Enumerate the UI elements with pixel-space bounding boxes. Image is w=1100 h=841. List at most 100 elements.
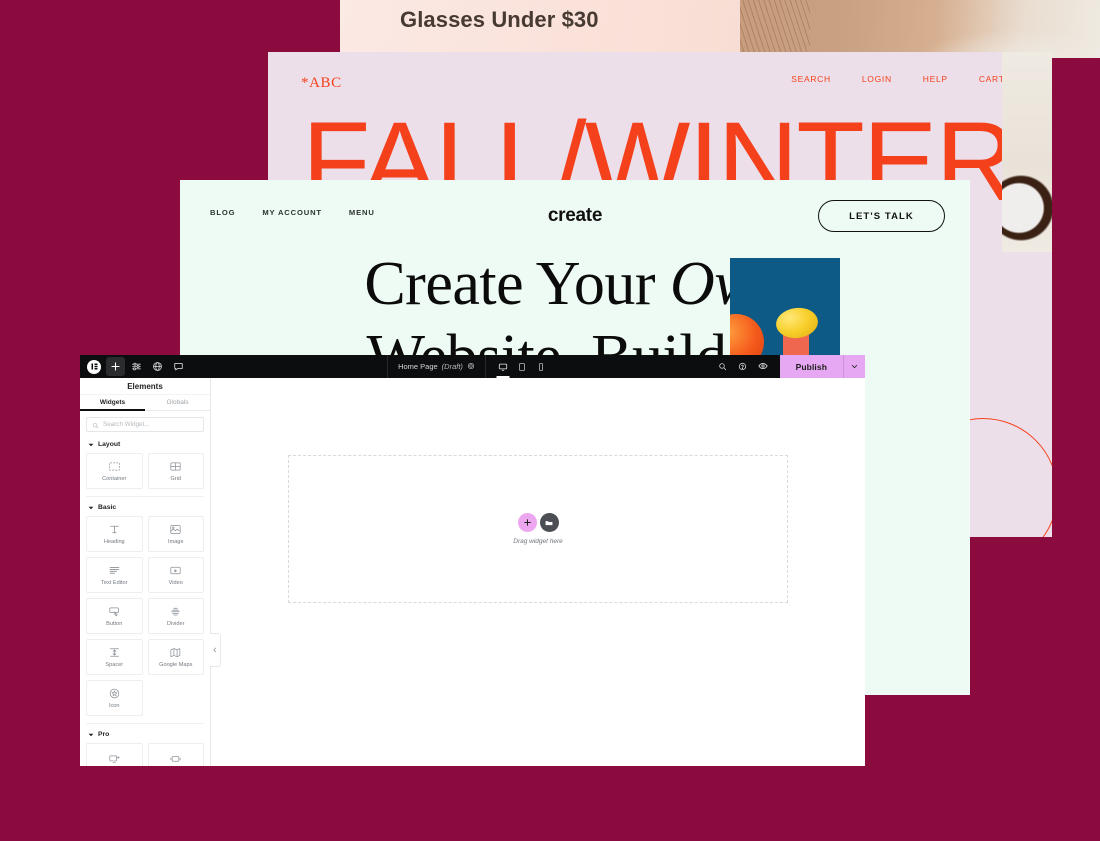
device-preview-switcher [486,355,558,378]
device-desktop-button[interactable] [498,355,508,378]
add-template-button[interactable] [539,513,559,532]
top-bar-right-icons [706,355,780,378]
add-new-element-button[interactable] [517,513,537,532]
tab-globals[interactable]: Globals [145,395,210,410]
fashion-nav-help[interactable]: HELP [923,74,948,84]
spacer-icon [109,648,119,657]
widget-pro-posts[interactable] [86,743,143,766]
widget-google-maps[interactable]: Google Maps [147,639,204,675]
chevron-left-icon [213,647,217,653]
widget-container[interactable]: Container [86,453,143,489]
publish-dropdown-button[interactable] [843,355,865,378]
elementor-logo-icon[interactable] [87,359,101,374]
create-heading-plain: Create Your [364,250,671,318]
grid-icon [170,462,181,471]
widget-grid[interactable]: Grid [147,453,204,489]
screenshot-stage: Glasses Under $30 *ABC SEARCH LOGIN HELP… [0,0,1100,841]
heading-icon [109,525,119,534]
widget-icon[interactable]: Icon [86,680,143,716]
widget-label: Icon [108,703,120,709]
folder-icon [545,520,553,525]
widget-pro-slides[interactable] [147,743,204,766]
button-icon [109,607,119,617]
panel-scroll-area[interactable]: Layout Container Grid Basic Heading Imag… [80,434,210,766]
widget-dropzone[interactable]: Drag widget here [288,455,788,603]
document-title-group[interactable]: Home Page (Draft) [387,355,486,378]
widget-text-editor[interactable]: Text Editor [86,557,143,593]
plus-icon [523,519,531,526]
glasses-banner-headline: Glasses Under $30 [400,7,599,32]
section-header-layout[interactable]: Layout [86,434,204,453]
editor-top-bar: Home Page (Draft) Publish [80,355,865,378]
section-label-pro: Pro [98,731,110,738]
widget-image[interactable]: Image [147,516,204,552]
widget-heading[interactable]: Heading [86,516,143,552]
widget-label: Container [102,476,127,482]
image-icon [170,525,181,534]
search-widget-input[interactable]: Search Widget... [86,417,204,432]
section-label-layout: Layout [98,441,121,448]
eye-icon[interactable] [757,358,768,376]
structure-button[interactable] [148,357,167,376]
fashion-site-nav: SEARCH LOGIN HELP CART (0) [791,74,1020,84]
widget-button[interactable]: Button [86,598,143,634]
chevron-down-icon [88,506,94,509]
publish-button[interactable]: Publish [780,355,843,378]
publish-button-group[interactable]: Publish [779,355,865,378]
editor-body: Elements Widgets Globals Search Widget..… [80,378,865,766]
fashion-nav-login[interactable]: LOGIN [862,74,892,84]
search-widget-wrap: Search Widget... [80,411,210,434]
glasses-photo [740,0,1100,58]
question-circle-icon[interactable] [738,358,747,376]
section-label-basic: Basic [98,504,117,511]
fashion-nav-search[interactable]: SEARCH [791,74,831,84]
fashion-site-logo: *ABC [301,75,342,91]
device-tablet-button[interactable] [517,355,527,378]
device-mobile-button[interactable] [536,355,546,378]
widgets-panel: Elements Widgets Globals Search Widget..… [80,378,221,766]
section-header-basic[interactable]: Basic [86,497,204,516]
divider-icon [171,607,181,616]
fashion-glasses-photo [1002,52,1052,252]
widget-spacer[interactable]: Spacer [86,639,143,675]
elementor-editor-window: Home Page (Draft) Publish Elements Widge… [80,355,865,766]
slides-icon [170,756,181,762]
text-editor-icon [109,567,120,574]
dropzone-label: Drag widget here [513,538,563,545]
container-icon [108,462,120,471]
widget-video[interactable]: Video [147,557,204,593]
document-title: Home Page [398,362,438,371]
chevron-down-icon [88,733,94,736]
widget-label: Heading [103,539,125,545]
widget-label: Image [167,539,184,545]
top-bar-right: Publish [706,355,865,378]
gear-icon[interactable] [467,362,475,372]
widget-grid-layout: Container Grid [86,453,204,489]
mockup-glasses-banner: Glasses Under $30 [340,0,1100,58]
widget-label: Google Maps [159,662,193,668]
panel-tabs: Widgets Globals [80,395,210,411]
site-settings-button[interactable] [127,357,146,376]
video-icon [170,566,181,575]
editor-canvas[interactable]: Drag widget here [211,378,865,766]
photo-lemon [774,305,820,341]
google-maps-icon [170,648,181,658]
tab-widgets[interactable]: Widgets [80,395,145,411]
notes-button[interactable] [169,357,188,376]
widget-label: Text Editor [101,580,128,586]
search-widget-placeholder: Search Widget... [103,421,150,428]
create-site-cta-button[interactable]: LET'S TALK [818,200,945,232]
widget-divider[interactable]: Divider [147,598,204,634]
top-bar-left-tools [80,357,188,376]
add-element-button[interactable] [106,357,125,376]
section-header-pro[interactable]: Pro [86,724,204,743]
panel-collapse-handle[interactable] [210,633,221,667]
search-icon[interactable] [718,358,727,376]
widget-grid-pro [86,743,204,766]
dropzone-buttons [517,513,559,532]
star-icon [109,688,119,699]
widget-grid-basic: Heading Image Text Editor Video Button D… [86,516,204,716]
widget-label: Button [106,621,123,627]
widget-label: Grid [170,476,182,482]
panel-title: Elements [80,378,210,395]
